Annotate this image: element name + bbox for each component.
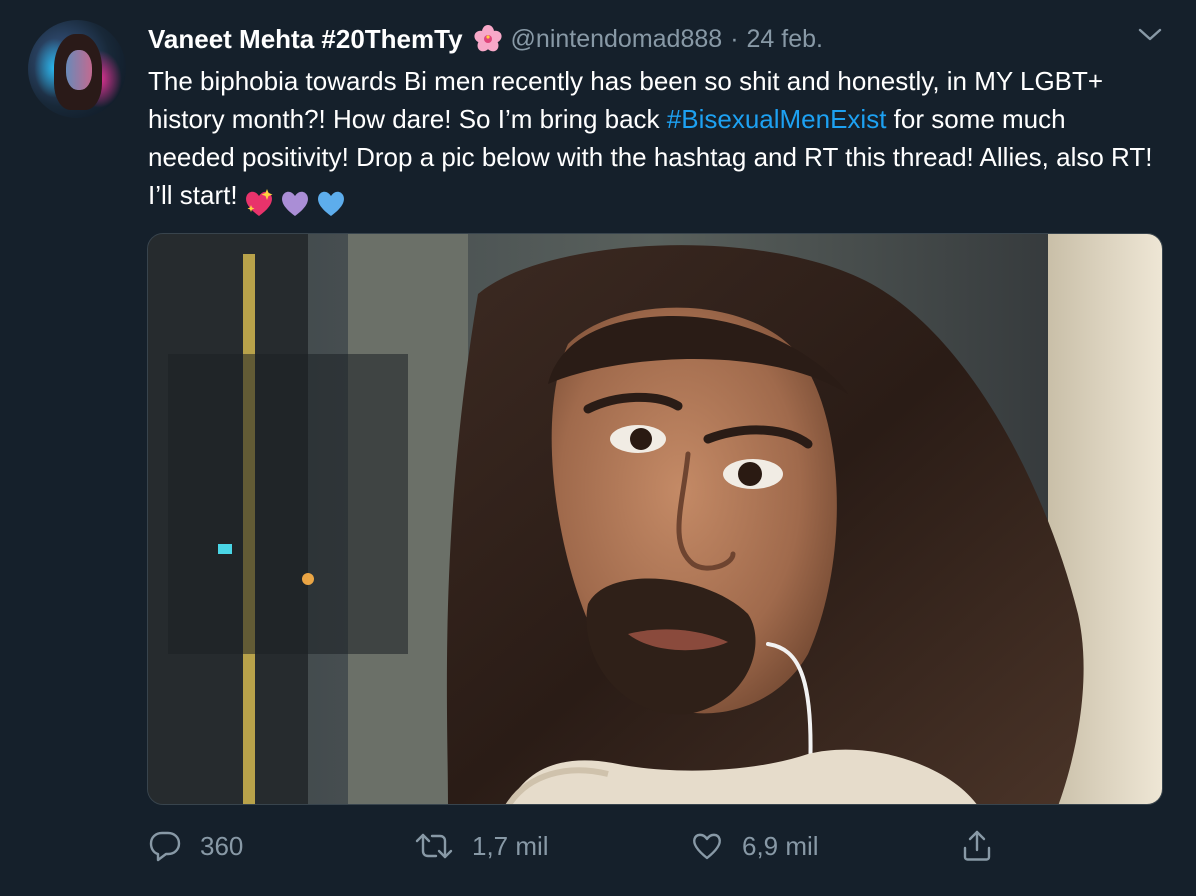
tweet-header: Vaneet Mehta #20ThemTy @nintendomad888 ·… xyxy=(148,22,823,56)
hibiscus-emoji-icon xyxy=(473,24,503,54)
header-separator: · xyxy=(730,24,739,53)
share-icon xyxy=(963,830,991,861)
reply-count: 360 xyxy=(200,830,244,861)
avatar[interactable] xyxy=(28,20,126,118)
reply-button[interactable]: 360 xyxy=(148,822,243,870)
share-button[interactable] xyxy=(960,822,994,870)
avatar-face xyxy=(66,50,92,90)
chevron-down-icon[interactable] xyxy=(1136,24,1164,46)
like-button[interactable]: 6,9 mil xyxy=(690,822,819,870)
like-count: 6,9 mil xyxy=(742,830,819,861)
hashtag-link[interactable]: #BisexualMenExist xyxy=(667,104,887,134)
user-handle[interactable]: @nintendomad888 xyxy=(511,25,723,54)
emoji-group xyxy=(242,182,350,220)
tweet-photo[interactable] xyxy=(147,233,1163,805)
retweet-button[interactable]: 1,7 mil xyxy=(414,822,549,870)
heart-icon xyxy=(693,833,721,860)
tweet-date[interactable]: 24 feb. xyxy=(747,25,823,54)
purple-heart-icon xyxy=(281,191,308,217)
retweet-icon xyxy=(415,833,453,859)
retweet-count: 1,7 mil xyxy=(472,830,549,861)
reply-icon xyxy=(149,831,181,862)
display-name[interactable]: Vaneet Mehta #20ThemTy xyxy=(148,24,463,55)
tweet-actions: 360 1,7 mil 6,9 mil xyxy=(148,822,1008,872)
sparkling-heart-icon xyxy=(245,189,273,217)
tweet-card: Vaneet Mehta #20ThemTy @nintendomad888 ·… xyxy=(0,0,1196,896)
tweet-text: The biphobia towards Bi men recently has… xyxy=(148,62,1158,220)
blue-heart-icon xyxy=(317,191,344,217)
selfie-photo-image xyxy=(148,234,1162,804)
